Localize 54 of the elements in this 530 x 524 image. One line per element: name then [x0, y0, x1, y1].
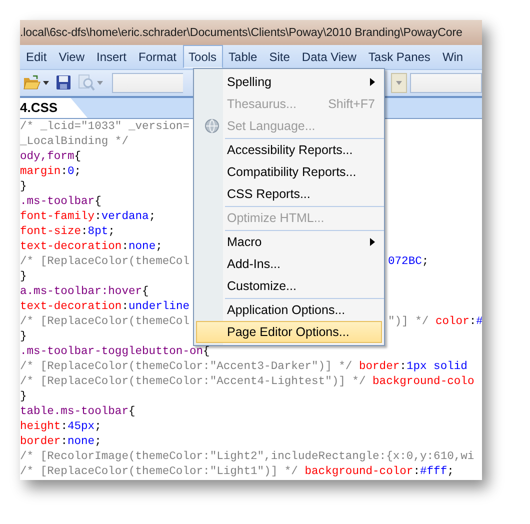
menu-item[interactable]: View: [52, 45, 90, 68]
menu-item[interactable]: Insert: [90, 45, 132, 68]
code-line: }: [20, 180, 27, 195]
menu-item[interactable]: Compatibility Reports...: [196, 161, 382, 183]
code-line: /* [ReplaceColor(themeColor:"Accent4-Lightest")] */ background-colo: [20, 375, 474, 390]
code-line: _LocalBinding */: [20, 135, 128, 150]
menu-item[interactable]: Format: [132, 45, 183, 68]
code-line: font-family:verdana;: [20, 210, 156, 225]
menu-item[interactable]: Accessibility Reports...: [196, 139, 382, 161]
code-line: height:45px;: [20, 420, 102, 435]
menu-item[interactable]: Customize...: [196, 275, 382, 297]
code-line: /* [ReplaceColor(themeColor:"Accent3-Darker")] */ border:1px solid: [20, 360, 468, 375]
code-line: text-decoration:none;: [20, 240, 162, 255]
menu-item[interactable]: Site: [263, 45, 296, 68]
menu-item[interactable]: Macro: [196, 231, 382, 253]
code-line: /* _lcid="1033" _version=: [20, 120, 190, 135]
menu-item[interactable]: Add-Ins...: [196, 253, 382, 275]
caret-icon: [43, 80, 49, 85]
menu-item[interactable]: Page Editor Options...: [196, 321, 382, 343]
code-line: /* [ReplaceColor(themeColor:"Light1")] */ background-color:#fff;: [20, 465, 454, 480]
menu-item[interactable]: Win: [436, 45, 470, 68]
menu-item[interactable]: Edit: [20, 45, 53, 68]
code-line: }: [20, 270, 27, 285]
folder-icon: [23, 74, 41, 91]
code-line: text-decoration:underline: [20, 300, 190, 315]
code-line: }: [20, 330, 27, 345]
menu-item[interactable]: Table: [222, 45, 264, 68]
globe-icon: [204, 118, 220, 134]
menu-item[interactable]: CSS Reports...: [196, 183, 382, 205]
code-line: border:none;: [20, 435, 102, 450]
code-line: /* [ReplaceColor(themeCol: [20, 255, 190, 270]
style-combo-field[interactable]: [112, 72, 183, 93]
magnifier-page-icon: [78, 74, 95, 92]
menu-item[interactable]: Tools: [182, 45, 223, 68]
code-line: }: [20, 390, 27, 405]
code-line: ody,form{: [20, 150, 82, 165]
menu-item[interactable]: Application Options...: [196, 299, 382, 321]
code-line: font-size:8pt;: [20, 225, 115, 240]
caret-icon: [396, 80, 402, 85]
window-title: .local\6sc-dfs\home\eric.schrader\Documents\Clients\Poway\2010 Branding\PowayCore: [20, 25, 464, 41]
font-combo-field[interactable]: [410, 72, 482, 93]
code-line: /* [RecolorImage(themeColor:"Light2",includeRectangle:{x:0,y:610,wi: [20, 450, 474, 465]
code-line: table.ms-toolbar{: [20, 405, 136, 420]
menu-item[interactable]: Task Panes: [362, 45, 436, 68]
code-line: .ms-toolbar{: [20, 195, 102, 210]
code-line: margin:0;: [20, 165, 82, 180]
code-line: a.ms-toolbar:hover{: [20, 285, 149, 300]
code-line: .ms-toolbar-togglebutton-on{: [20, 345, 210, 360]
dropdown-button[interactable]: [391, 72, 407, 93]
code-line: /* [ReplaceColor(themeCol: [20, 315, 190, 330]
menu-item[interactable]: Data View: [296, 45, 362, 68]
file-tab[interactable]: 4.CSS: [20, 98, 88, 118]
code-fragment: 072BC;: [388, 255, 429, 270]
caret-icon: [97, 80, 103, 85]
